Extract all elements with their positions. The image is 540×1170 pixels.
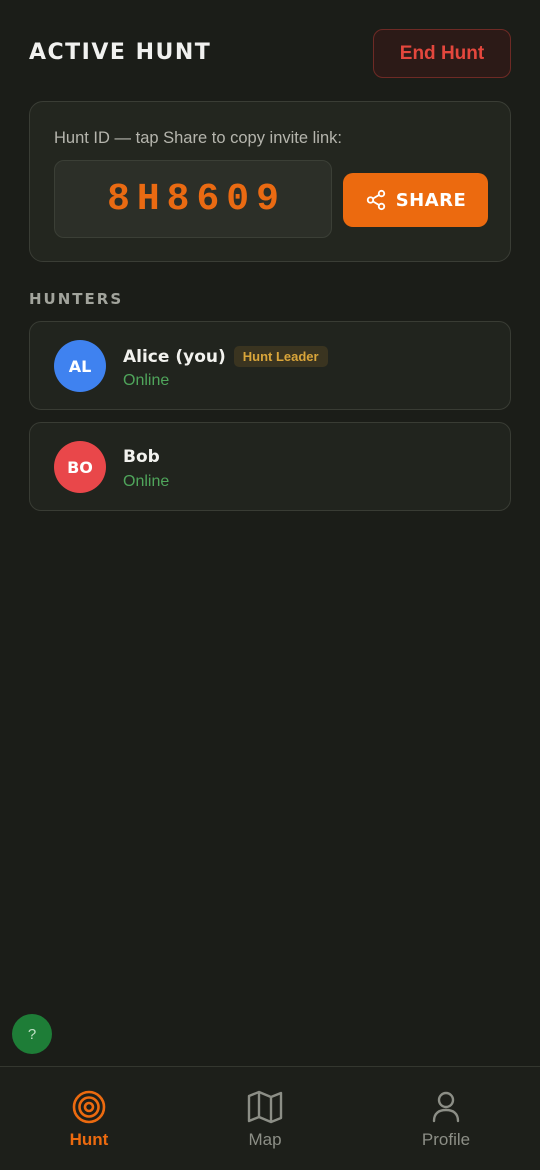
bottom-nav: Hunt Map Profile bbox=[0, 1066, 540, 1170]
map-icon bbox=[247, 1089, 283, 1125]
hunter-card-alice[interactable]: AL Alice (you) Hunt Leader Online bbox=[29, 321, 511, 410]
hunter-card-bob[interactable]: BO Bob Online bbox=[29, 422, 511, 511]
hunters-heading: HUNTERS bbox=[29, 290, 124, 308]
hunt-id-code: 8H8609 bbox=[107, 177, 286, 221]
hunter-status: Online bbox=[123, 473, 170, 490]
tab-map[interactable]: Map bbox=[195, 1067, 335, 1170]
tab-profile[interactable]: Profile bbox=[376, 1067, 516, 1170]
tab-label: Hunt bbox=[69, 1130, 109, 1149]
hunter-status: Online bbox=[123, 372, 170, 389]
hunt-id-box: 8H8609 bbox=[54, 160, 332, 238]
hunter-name: Alice (you) bbox=[123, 346, 226, 367]
tab-hunt[interactable]: Hunt bbox=[19, 1067, 159, 1170]
user-icon bbox=[431, 1089, 461, 1125]
active-hunt-screen: ACTIVE HUNT End Hunt Hunt ID — tap Share… bbox=[0, 0, 540, 1170]
hunt-leader-badge: Hunt Leader bbox=[233, 346, 328, 367]
tab-label: Map bbox=[248, 1130, 282, 1149]
page-title: ACTIVE HUNT bbox=[29, 40, 212, 65]
share-button-label: SHARE bbox=[395, 189, 467, 211]
share-icon bbox=[365, 189, 387, 211]
hunter-name: Bob bbox=[123, 447, 160, 467]
target-icon bbox=[72, 1089, 106, 1125]
hunt-id-card: Hunt ID — tap Share to copy invite link:… bbox=[29, 101, 511, 262]
avatar: BO bbox=[54, 441, 106, 493]
hunt-id-instructions: Hunt ID — tap Share to copy invite link: bbox=[54, 129, 342, 147]
share-button[interactable]: SHARE bbox=[343, 173, 488, 227]
avatar: AL bbox=[54, 340, 106, 392]
help-button[interactable]: ? bbox=[12, 1014, 52, 1054]
tab-label: Profile bbox=[421, 1130, 471, 1149]
end-hunt-button[interactable]: End Hunt bbox=[373, 29, 511, 78]
